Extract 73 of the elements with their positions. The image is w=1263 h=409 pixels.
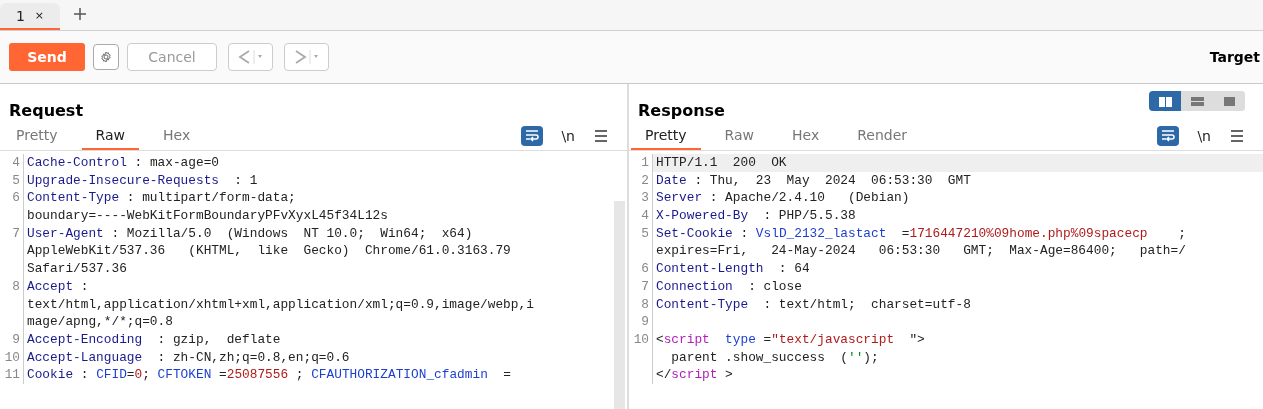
single-pane-icon bbox=[1221, 94, 1237, 108]
back-button[interactable] bbox=[228, 43, 273, 71]
code-line: X-Powered-By : PHP/5.5.38 bbox=[655, 207, 857, 225]
line-number: 10 bbox=[629, 330, 653, 349]
forward-arrow-icon bbox=[293, 48, 320, 66]
code-line: Date : Thu, 23 May 2024 06:53:30 GMT bbox=[655, 171, 972, 190]
view-tab[interactable]: Raw bbox=[81, 122, 139, 150]
line-number: 8 bbox=[0, 277, 24, 296]
view-tab[interactable]: Pretty bbox=[2, 122, 72, 150]
line-number: 4 bbox=[629, 207, 653, 225]
line-number: 11 bbox=[0, 366, 24, 384]
code-line: parent .show_success (''); bbox=[670, 348, 880, 367]
view-tab[interactable]: Pretty bbox=[631, 122, 701, 150]
line-number: 10 bbox=[0, 348, 24, 367]
split-columns-icon bbox=[1157, 94, 1173, 108]
line-number: 6 bbox=[629, 260, 653, 278]
line-number: 7 bbox=[629, 277, 653, 296]
layout-toggle[interactable] bbox=[1149, 91, 1181, 111]
scrollbar[interactable] bbox=[614, 201, 625, 409]
word-wrap-button[interactable] bbox=[521, 126, 544, 146]
line-number: 6 bbox=[0, 189, 24, 208]
view-tab[interactable]: Hex bbox=[149, 122, 205, 150]
code-line: Cookie : CFID=0; CFTOKEN =25087556 ; CFAUTHORIZATION_cfadmin = bbox=[26, 366, 512, 384]
panel-title: Request bbox=[9, 101, 84, 122]
newline-toggle[interactable]: \n bbox=[561, 128, 575, 144]
code-line: Upgrade-Insecure-Requests : 1 bbox=[26, 171, 259, 190]
send-button[interactable]: Send bbox=[9, 43, 85, 71]
code-line: AppleWebKit/537.36 (KHTML, like Gecko) Chrome/61.0.3163.79 bbox=[26, 242, 512, 261]
line-number: 9 bbox=[0, 330, 24, 349]
line-number: 9 bbox=[629, 313, 653, 331]
line-number: 2 bbox=[629, 171, 653, 190]
forward-button[interactable] bbox=[284, 43, 329, 71]
view-tab[interactable]: Hex bbox=[778, 122, 834, 150]
code-line: text/html,application/xhtml+xml,application/xml;q=0.9,image/webp,i bbox=[26, 295, 535, 314]
settings-button[interactable] bbox=[93, 44, 119, 70]
code-line: mage/apng,*/*;q=0.8 bbox=[26, 313, 174, 331]
code-line: Content-Type : text/html; charset=utf-8 bbox=[655, 295, 972, 314]
code-line: Safari/537.36 bbox=[26, 260, 128, 278]
code-line: boundary=----WebKitFormBoundaryPFvXyxL45f34L12s bbox=[26, 207, 389, 225]
code-line: Content-Length : 64 bbox=[655, 260, 811, 278]
code-line: expires=Fri, 24-May-2024 06:53:30 GMT; Max-Age=86400; path=/ bbox=[655, 242, 1187, 261]
target-label: Target bbox=[1209, 49, 1260, 65]
code-line: Accept-Encoding : gzip, deflate bbox=[26, 330, 282, 349]
word-wrap-button[interactable] bbox=[1157, 126, 1180, 146]
line-number: 3 bbox=[629, 189, 653, 208]
view-tab[interactable]: Render bbox=[843, 122, 921, 150]
code-line: Connection : close bbox=[655, 277, 803, 296]
split-rows-icon bbox=[1189, 94, 1205, 108]
code-line: <script type ="text/javascript "> bbox=[655, 330, 926, 349]
wrap-icon bbox=[524, 128, 541, 144]
cancel-button[interactable]: Cancel bbox=[127, 43, 217, 71]
code-line: Accept-Language : zh-CN,zh;q=0.8,en;q=0.6 bbox=[26, 348, 351, 367]
code-line: </script > bbox=[655, 366, 734, 384]
view-tab[interactable]: Raw bbox=[710, 122, 768, 150]
menu-icon bbox=[1229, 128, 1245, 144]
code-line: Cache-Control : max-age=0 bbox=[26, 154, 220, 172]
line-number: 5 bbox=[629, 224, 653, 243]
line-number: 7 bbox=[0, 224, 24, 243]
line-number: 4 bbox=[0, 154, 24, 172]
menu-icon bbox=[593, 128, 609, 144]
newline-toggle[interactable]: \n bbox=[1197, 128, 1211, 144]
code-line: Server : Apache/2.4.10 (Debian) bbox=[655, 189, 911, 208]
wrap-icon bbox=[1160, 128, 1177, 144]
plus-icon bbox=[72, 6, 88, 22]
back-arrow-icon bbox=[237, 48, 264, 66]
code-line: Content-Type : multipart/form-data; bbox=[26, 189, 297, 208]
code-line: Accept : bbox=[26, 277, 90, 296]
line-number: 5 bbox=[0, 171, 24, 190]
code-line: User-Agent : Mozilla/5.0 (Windows NT 10.0; Win64; x64) bbox=[26, 224, 474, 243]
panel-title: Response bbox=[638, 101, 725, 122]
code-line: Set-Cookie : VslD_2132_lastact =1716447210%09home.php%09spacecp ; bbox=[655, 224, 1187, 243]
line-number: 8 bbox=[629, 295, 653, 314]
request-tab[interactable]: 1 × bbox=[0, 3, 60, 30]
